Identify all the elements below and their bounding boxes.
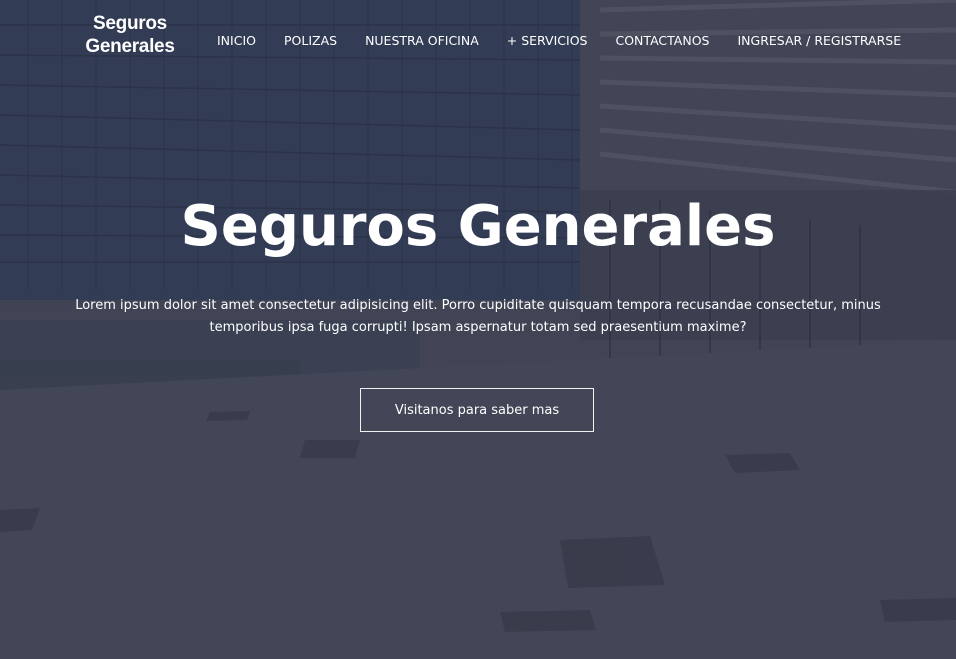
brand-line-2: Generales	[85, 36, 175, 57]
nav-item-polizas[interactable]: POLIZAS	[284, 33, 337, 49]
brand-line-1: Seguros	[93, 13, 167, 34]
hero-section: Seguros Generales INICIO POLIZAS NUESTRA…	[0, 0, 956, 659]
navbar: Seguros Generales INICIO POLIZAS NUESTRA…	[0, 0, 956, 80]
nav-item-inicio[interactable]: INICIO	[217, 33, 256, 49]
hero-description: Lorem ipsum dolor sit amet consectetur a…	[75, 298, 881, 335]
nav-item-ingresar-registrarse[interactable]: INGRESAR / REGISTRARSE	[737, 33, 901, 49]
nav-item-servicios[interactable]: + SERVICIOS	[507, 33, 588, 49]
nav-item-nuestra-oficina[interactable]: NUESTRA OFICINA	[365, 33, 479, 49]
brand-logo[interactable]: Seguros Generales	[82, 12, 178, 58]
visit-cta-button[interactable]: Visitanos para saber mas	[360, 388, 594, 432]
nav-menu: INICIO POLIZAS NUESTRA OFICINA + SERVICI…	[217, 33, 901, 49]
hero-title: Seguros Generales	[180, 194, 776, 259]
nav-item-contactanos[interactable]: CONTACTANOS	[615, 33, 709, 49]
